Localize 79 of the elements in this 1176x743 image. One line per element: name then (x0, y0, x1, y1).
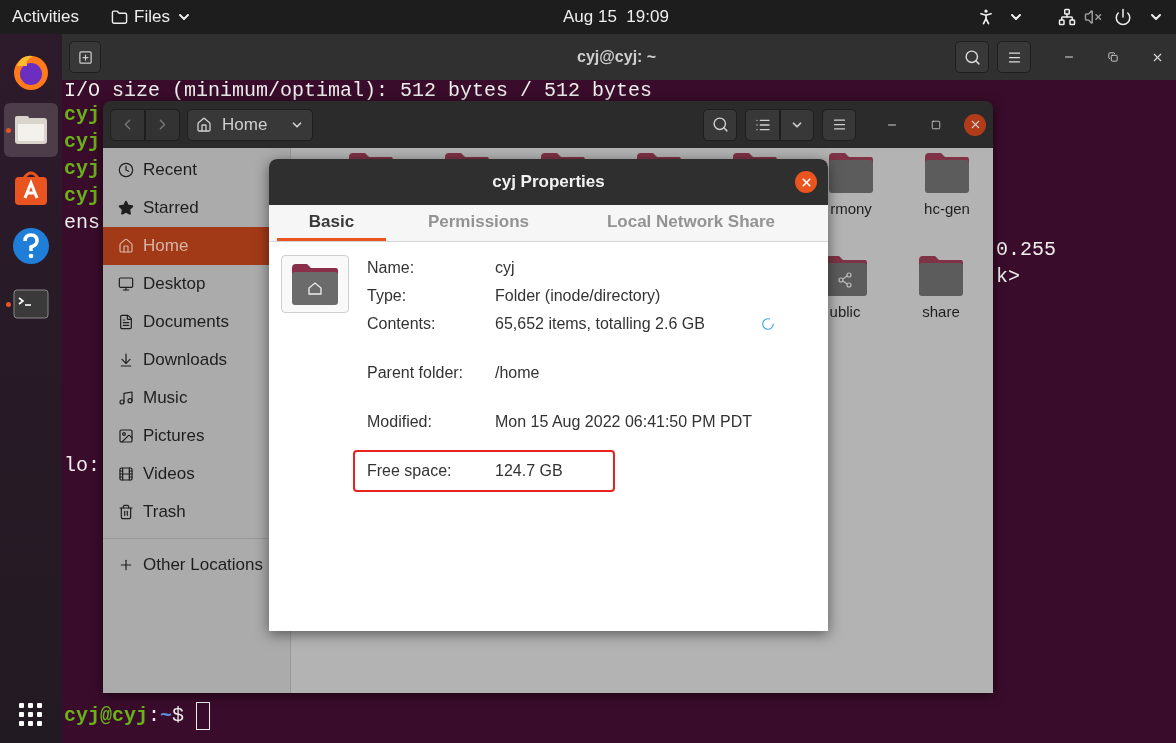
music-note-icon (118, 390, 134, 406)
new-tab-button[interactable] (69, 41, 101, 73)
prompt-user: cyj@cyj (64, 703, 148, 729)
window-title: cyj@cyj: ~ (577, 47, 657, 67)
terminal-line: k> (996, 265, 1020, 288)
terminal-line: lo: (64, 454, 100, 477)
clock-icon (118, 162, 134, 178)
folder-icon (111, 8, 129, 26)
home-icon (118, 238, 134, 254)
plus-icon (77, 49, 93, 65)
prompt-path: ~ (160, 703, 173, 729)
field-label: Name: (367, 258, 416, 278)
field-value: 124.7 GB (495, 461, 563, 481)
terminal-line: cyj (64, 184, 100, 207)
home-folder-icon (291, 262, 339, 306)
search-icon (963, 48, 981, 66)
terminal-line: cyj (64, 157, 100, 180)
file-label: share (922, 301, 960, 322)
restore-icon (1108, 52, 1118, 62)
field-label: Free space: (367, 461, 453, 481)
prompt-separator: : (148, 703, 161, 729)
dock-item[interactable] (4, 102, 58, 157)
document-icon (118, 314, 134, 330)
close-button[interactable] (964, 113, 986, 136)
menu-button[interactable] (822, 108, 856, 141)
folder-icon (923, 152, 971, 194)
terminal-line: 0.255 (996, 238, 1056, 261)
file-label: ublic (829, 301, 861, 322)
clock[interactable]: Aug 15 19:09 (563, 4, 669, 30)
app-menu[interactable]: Files (111, 4, 192, 30)
download-icon (118, 352, 134, 368)
field-value: 65,652 items, totalling 2.6 GB (495, 314, 705, 334)
tab[interactable]: Basic (277, 205, 386, 241)
field-label: Parent folder: (367, 363, 465, 383)
terminal-line: ens (64, 211, 100, 234)
close-icon (799, 175, 813, 189)
search-button[interactable] (955, 41, 989, 73)
star-icon (118, 200, 134, 216)
prompt-symbol: $ (172, 703, 185, 729)
close-button[interactable] (795, 171, 817, 193)
text-cursor (196, 702, 211, 730)
terminal-icon (13, 288, 49, 319)
field-value: Folder (inode/directory) (495, 286, 661, 306)
app-grid-icon[interactable] (19, 703, 43, 727)
terminal-line: cyj (64, 130, 100, 153)
search-button[interactable] (703, 108, 737, 141)
view-button[interactable] (745, 108, 780, 141)
menu-icon (831, 117, 847, 132)
field-value: cyj (495, 258, 515, 278)
image-icon (118, 428, 134, 444)
field-value: /home (495, 363, 540, 383)
terminal-line: cyj (64, 103, 100, 126)
file-label: rmony (830, 199, 872, 219)
film-icon (118, 466, 134, 482)
home-icon (196, 116, 212, 133)
terminal-line: I/O size (minimum/optimal): 512 bytes / 512 bytes (64, 79, 653, 102)
view-options-button[interactable] (780, 108, 814, 141)
path-button[interactable]: Home (187, 108, 313, 141)
help-icon (12, 226, 50, 265)
menu-button[interactable] (997, 41, 1031, 73)
field-label: Contents: (367, 314, 437, 334)
file-cabinet-icon (14, 114, 48, 145)
field-label: Modified: (367, 412, 433, 432)
activities-button[interactable]: Activities (12, 4, 80, 30)
monitor-icon (118, 276, 134, 292)
plus-icon (118, 557, 134, 573)
trash-icon (118, 504, 134, 520)
field-value: Mon 15 Aug 2022 06:41:50 PM PDT (495, 412, 753, 432)
search-icon (711, 116, 729, 133)
power-icon[interactable] (1114, 8, 1132, 26)
network-icon[interactable] (1058, 8, 1076, 26)
folder-icon (917, 254, 965, 297)
muted-volume-icon[interactable] (1084, 8, 1102, 26)
menu-icon (1006, 49, 1022, 65)
dialog-title: cyj Properties (492, 171, 605, 194)
maximize-icon (931, 119, 941, 130)
field-label: Type: (367, 286, 408, 306)
folder-icon (827, 152, 875, 194)
file-label: hc-gen (924, 199, 970, 219)
